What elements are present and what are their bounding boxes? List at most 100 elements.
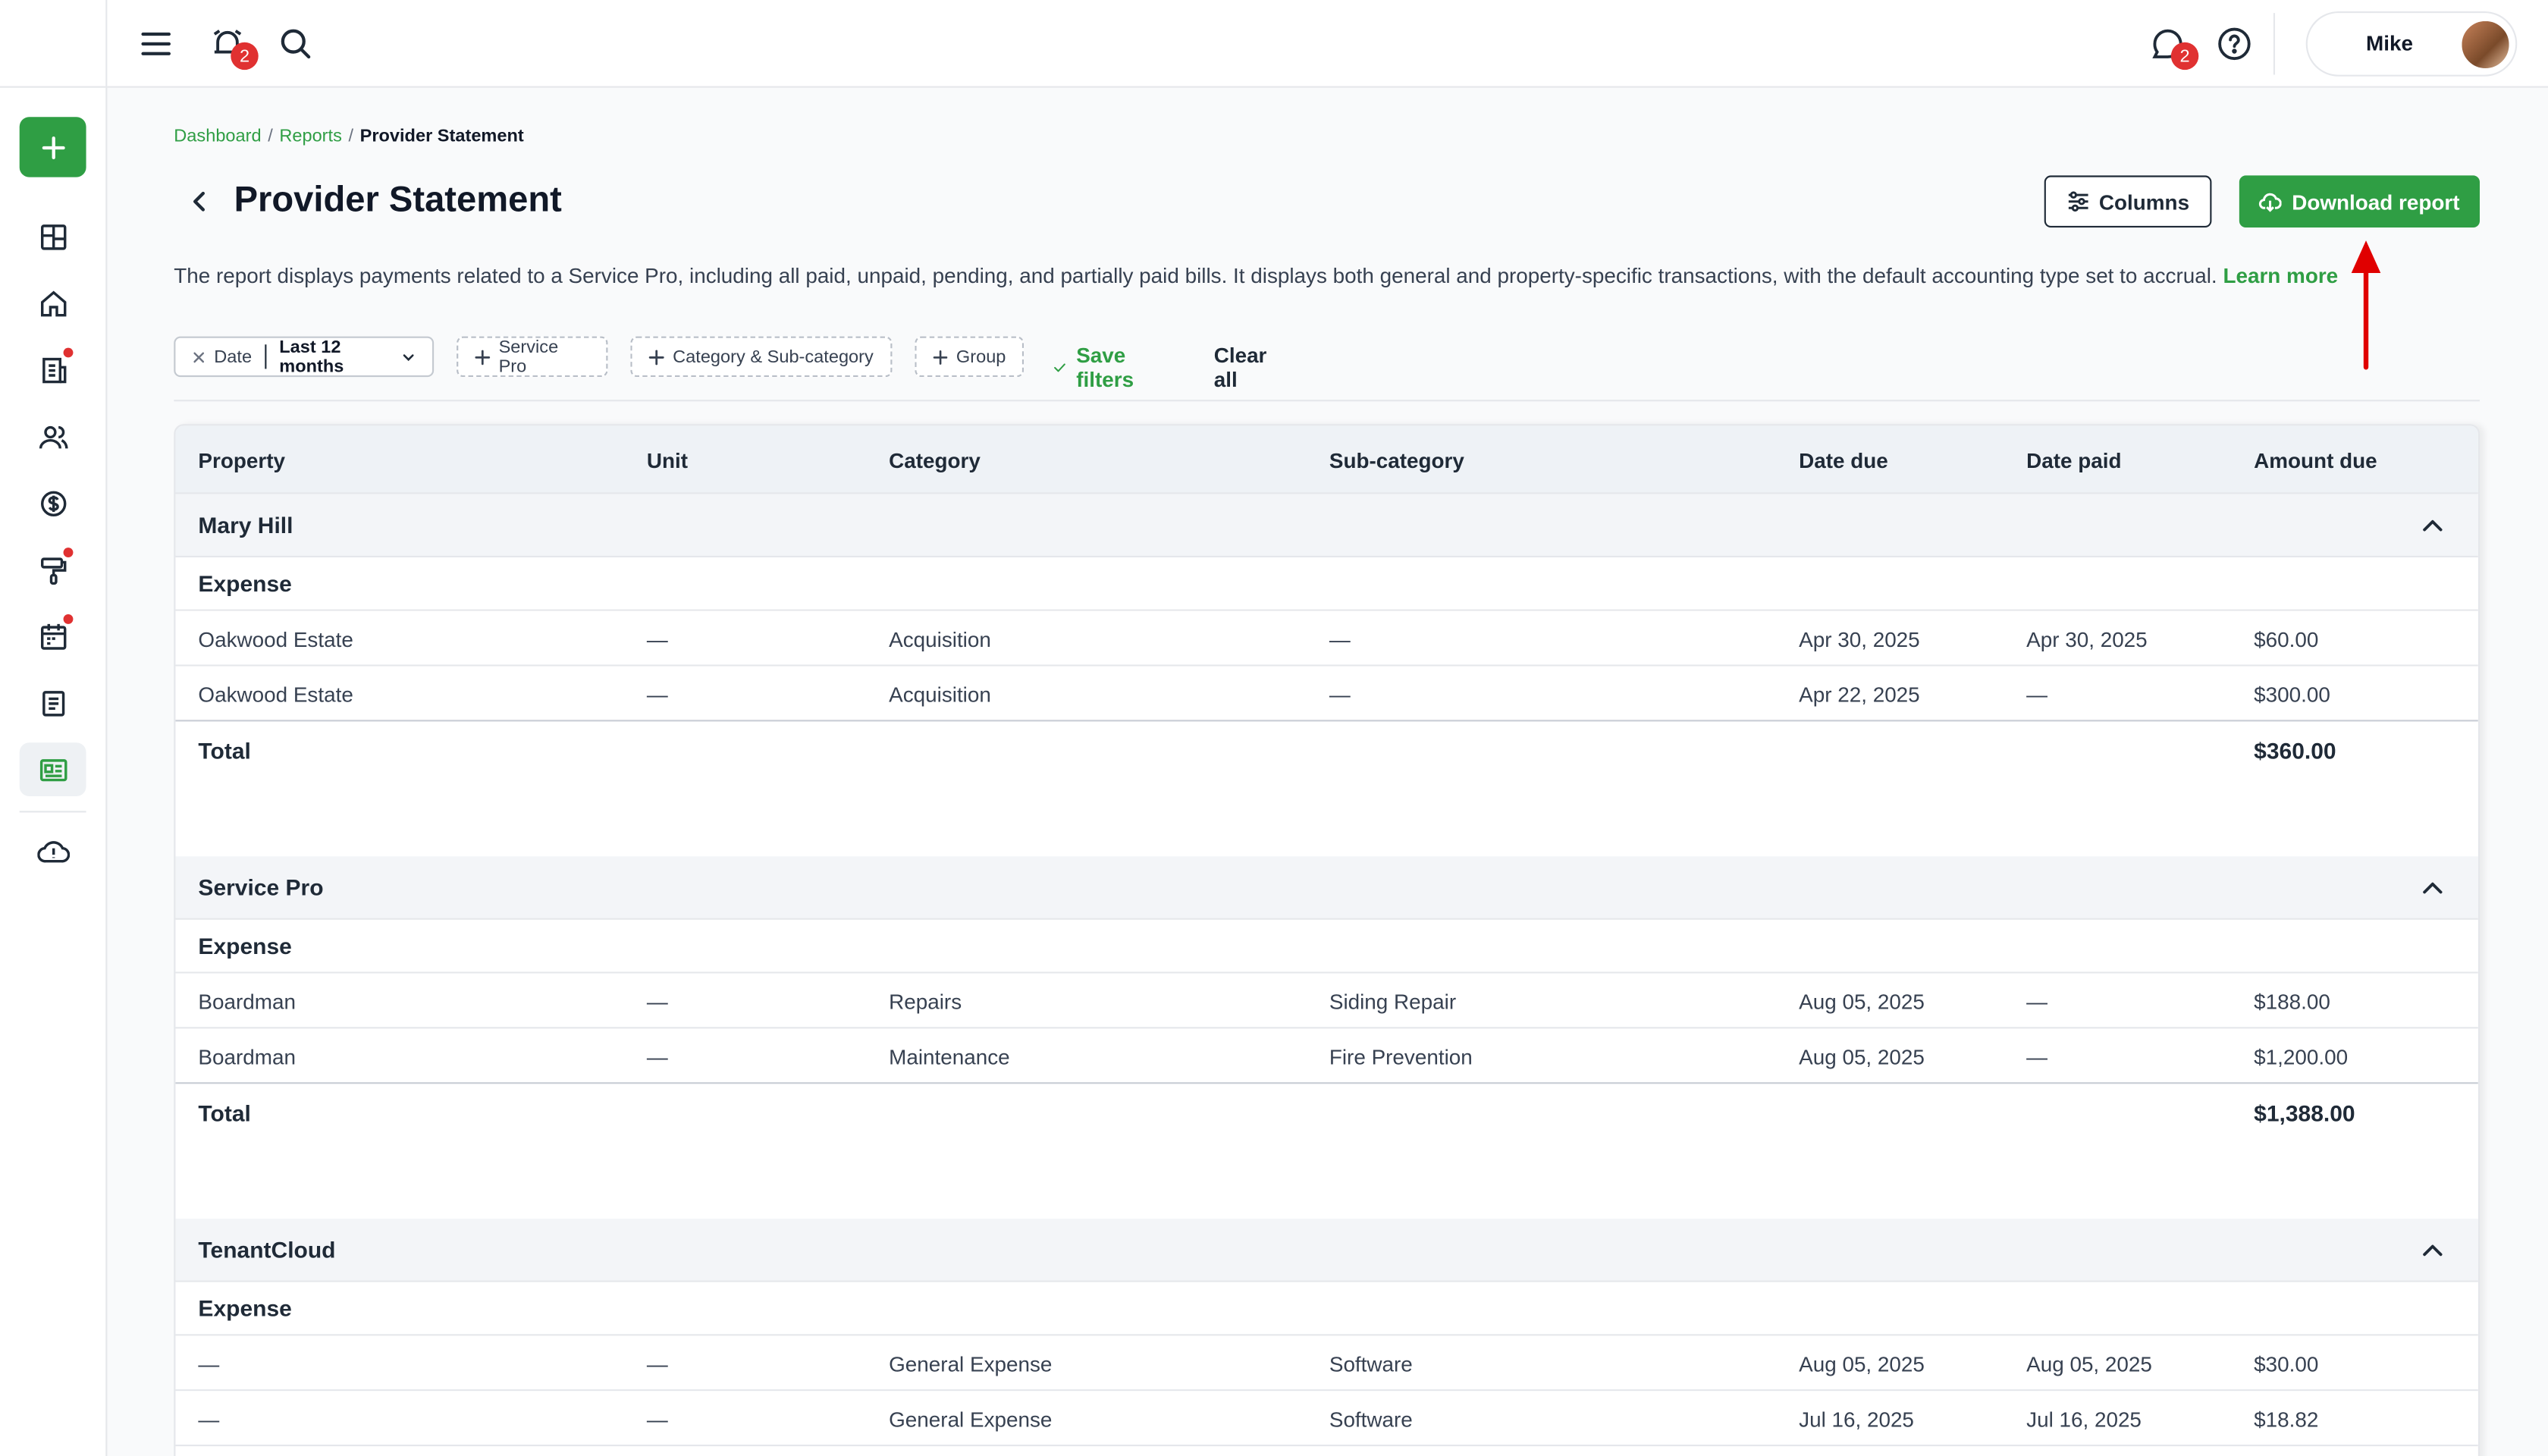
column-header-property[interactable]: Property <box>198 448 285 472</box>
table-row[interactable]: Boardman — Repairs Siding Repair Aug 05,… <box>175 973 2478 1029</box>
notifications-button[interactable]: 2 <box>205 21 259 71</box>
group-title: TenantCloud <box>198 1236 336 1263</box>
learn-more-link[interactable]: Learn more <box>2223 263 2338 287</box>
group-type-header: Expense <box>175 919 2478 974</box>
group-total-row: Total $360.00 <box>175 720 2478 857</box>
group-header-mary-hill[interactable]: Mary Hill <box>175 494 2478 557</box>
cell-date-due: Aug 05, 2025 <box>1799 990 1925 1015</box>
save-filters-label: Save filters <box>1076 343 1134 392</box>
group-type-label: Expense <box>198 933 292 959</box>
sidebar-item-calendar[interactable] <box>20 610 86 664</box>
users-icon <box>38 425 67 448</box>
cell-date-paid: — <box>2026 682 2048 708</box>
cell-property: Boardman <box>198 1044 296 1069</box>
chevron-left-icon <box>193 191 205 212</box>
columns-button[interactable]: Columns <box>2044 175 2212 228</box>
category-filter-chip[interactable]: Category & Sub-category <box>630 336 893 378</box>
table-row[interactable]: Oakwood Estate — Acquisition — Apr 30, 2… <box>175 610 2478 667</box>
column-header-unit[interactable]: Unit <box>647 448 688 472</box>
cloud-download-icon <box>2259 193 2283 212</box>
user-menu[interactable]: Mike <box>2305 11 2518 77</box>
column-header-amount-due[interactable]: Amount due <box>2254 448 2377 472</box>
notification-dot <box>63 548 74 557</box>
search-button[interactable] <box>273 21 318 67</box>
back-button[interactable] <box>184 184 216 219</box>
sidebar-item-dashboard[interactable] <box>20 209 86 263</box>
column-header-sub-category[interactable]: Sub-category <box>1329 448 1464 472</box>
avatar <box>2459 17 2512 72</box>
cell-property: Boardman <box>198 990 296 1015</box>
cell-sub-category: Fire Prevention <box>1329 1044 1473 1069</box>
sidebar-item-leases[interactable] <box>20 343 86 397</box>
cell-amount-due: $18.82 <box>2254 1407 2319 1432</box>
sidebar-item-documents[interactable] <box>20 676 86 730</box>
clear-all-button[interactable]: Clear all <box>1214 343 1267 391</box>
sidebar-item-support[interactable] <box>20 824 86 877</box>
date-filter-value: Last 12 months <box>279 337 344 377</box>
group-header-tenantcloud[interactable]: TenantCloud <box>175 1219 2478 1282</box>
sidebar-item-maintenance[interactable] <box>20 543 86 597</box>
report-table: Property Unit Category Sub-category Date… <box>174 424 2481 1456</box>
sliders-icon <box>2068 191 2088 212</box>
messages-button[interactable]: 2 <box>2145 21 2199 71</box>
topbar-divider <box>2273 13 2275 75</box>
download-report-button[interactable]: Download report <box>2239 175 2480 228</box>
group-header-service-pro[interactable]: Service Pro <box>175 856 2478 920</box>
service-pro-filter-chip[interactable]: Service Pro <box>457 336 608 378</box>
table-row[interactable]: Oakwood Estate — Acquisition — Apr 22, 2… <box>175 666 2478 722</box>
breadcrumb-dashboard[interactable]: Dashboard <box>174 127 261 146</box>
table-row[interactable]: Boardman — Maintenance Fire Prevention A… <box>175 1028 2478 1084</box>
total-amount: $1,388.00 <box>2254 1100 2355 1126</box>
checkmark-icon <box>1054 363 1065 372</box>
cell-amount-due: $188.00 <box>2254 990 2330 1015</box>
cell-category: General Expense <box>889 1407 1053 1432</box>
cell-property: — <box>198 1351 220 1376</box>
group-filter-chip[interactable]: Group <box>915 336 1024 378</box>
plus-icon <box>933 349 948 364</box>
chevron-up-icon[interactable] <box>2420 876 2446 902</box>
chip-divider <box>265 344 267 369</box>
cell-date-paid: — <box>2026 990 2048 1015</box>
service-pro-filter-label: Service Pro <box>498 337 559 377</box>
sidebar-item-reports[interactable] <box>19 742 86 796</box>
sidebar-item-accounting[interactable] <box>20 476 86 530</box>
dollar-circle-icon <box>39 490 66 516</box>
add-new-button[interactable] <box>19 117 86 177</box>
total-amount: $360.00 <box>2254 737 2336 764</box>
calendar-icon <box>39 623 66 649</box>
chevron-up-icon[interactable] <box>2420 1238 2446 1264</box>
breadcrumb-current: Provider Statement <box>359 127 524 146</box>
cell-sub-category: Software <box>1329 1407 1413 1432</box>
paint-roller-icon <box>39 557 66 584</box>
group-filter-label: Group <box>956 347 1006 367</box>
cell-date-due: Aug 05, 2025 <box>1799 1351 1925 1376</box>
notification-dot <box>63 347 74 358</box>
column-header-category[interactable]: Category <box>889 448 981 472</box>
chevron-up-icon[interactable] <box>2420 513 2446 539</box>
cell-amount-due: $1,200.00 <box>2254 1044 2349 1069</box>
cell-sub-category: Siding Repair <box>1329 990 1457 1015</box>
date-filter-chip[interactable]: Date Last 12 months <box>174 336 435 378</box>
cell-unit: — <box>646 1407 668 1432</box>
group-type-label: Expense <box>198 1294 292 1322</box>
sidebar-item-people[interactable] <box>20 410 86 463</box>
cell-unit: — <box>646 1044 668 1069</box>
breadcrumb-reports[interactable]: Reports <box>279 127 342 146</box>
sidebar-item-properties[interactable] <box>20 276 86 330</box>
table-row[interactable]: — — General Expense Software Aug 05, 202… <box>175 1335 2478 1392</box>
cell-amount-due: $30.00 <box>2254 1351 2319 1376</box>
dashboard-grid-icon <box>39 224 66 249</box>
help-button[interactable] <box>2211 21 2257 67</box>
cell-category: General Expense <box>889 1351 1053 1376</box>
date-filter-label: Date <box>214 347 253 367</box>
column-header-date-due[interactable]: Date due <box>1799 448 1888 472</box>
group-total-row: Total $1,388.00 <box>175 1082 2478 1219</box>
table-row[interactable]: — — General Expense Software Jul 16, 202… <box>175 1391 2478 1447</box>
cell-date-due: Apr 30, 2025 <box>1799 627 1920 652</box>
menu-toggle-button[interactable] <box>133 21 179 67</box>
save-filters-button[interactable]: Save filters <box>1053 343 1144 391</box>
document-icon <box>42 690 64 716</box>
cell-date-paid: Jul 16, 2025 <box>2026 1407 2142 1432</box>
close-icon[interactable] <box>192 349 206 365</box>
column-header-date-paid[interactable]: Date paid <box>2026 448 2121 472</box>
